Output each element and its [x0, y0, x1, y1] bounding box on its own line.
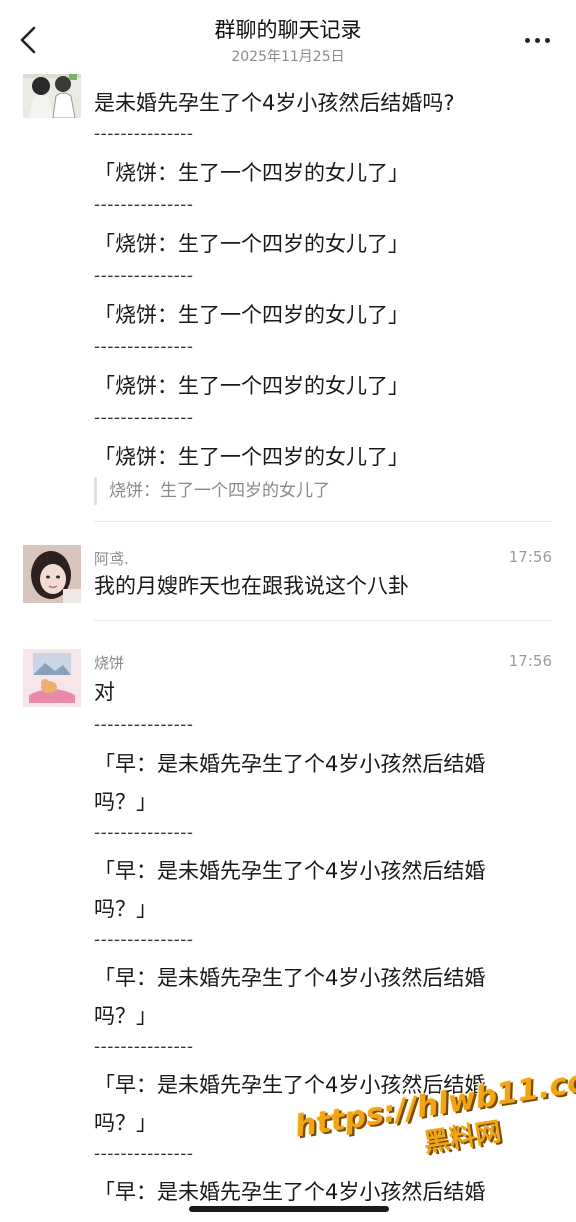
message-text: 吗？」 — [94, 790, 157, 814]
chat-message: 17:56 是未婚先孕生了个4岁小孩然后结婚吗? ---------------… — [0, 0, 576, 522]
message-text: 吗？」 — [94, 1004, 157, 1028]
chat-message: 阿鸢. 17:56 我的月嫂昨天也在跟我说这个八卦 — [0, 530, 576, 621]
message-separator: --------------- — [94, 1037, 194, 1057]
message-text: 「早：是未婚先孕生了个4岁小孩然后结婚 — [94, 966, 486, 990]
avatar[interactable] — [23, 649, 81, 707]
message-separator: --------------- — [94, 195, 194, 215]
message-separator: --------------- — [94, 266, 194, 286]
more-options-icon[interactable] — [525, 38, 550, 43]
message-text: 「烧饼：生了一个四岁的女儿了」 — [94, 161, 409, 185]
message-text: 是未婚先孕生了个4岁小孩然后结婚吗? — [94, 91, 455, 115]
message-divider — [94, 521, 552, 522]
message-time: 17:56 — [508, 548, 552, 566]
message-separator: --------------- — [94, 337, 194, 357]
message-text: 吗？」 — [94, 1111, 157, 1135]
message-text: 「早：是未婚先孕生了个4岁小孩然后结婚 — [94, 1180, 486, 1204]
message-text: 「烧饼：生了一个四岁的女儿了」 — [94, 232, 409, 256]
message-time: 17:56 — [508, 652, 552, 670]
message-separator: --------------- — [94, 408, 194, 428]
message-text: 对 — [94, 680, 115, 704]
page-date: 2025年11月25日 — [231, 49, 345, 65]
message-text: 「烧饼：生了一个四岁的女儿了」 — [94, 303, 409, 327]
message-text: 「早：是未婚先孕生了个4岁小孩然后结婚 — [94, 752, 486, 776]
message-divider — [94, 620, 552, 621]
message-separator: --------------- — [94, 1144, 194, 1164]
message-text: 「早：是未婚先孕生了个4岁小孩然后结婚 — [94, 859, 486, 883]
sender-name: 阿鸢. — [94, 550, 129, 568]
sender-name: 烧饼 — [94, 654, 125, 672]
message-separator: --------------- — [94, 930, 194, 950]
avatar[interactable] — [23, 545, 81, 603]
message-separator: --------------- — [94, 124, 194, 144]
home-indicator[interactable] — [189, 1206, 389, 1212]
message-separator: --------------- — [94, 715, 194, 735]
message-text: 「烧饼：生了一个四岁的女儿了」 — [94, 445, 409, 469]
message-text: 「烧饼：生了一个四岁的女儿了」 — [94, 374, 409, 398]
quoted-message[interactable]: 烧饼：生了一个四岁的女儿了 — [94, 477, 330, 505]
message-separator: --------------- — [94, 823, 194, 843]
message-text: 吗？」 — [94, 897, 157, 921]
top-bar: 群聊的聊天记录 2025年11月25日 — [0, 0, 576, 74]
message-text: 我的月嫂昨天也在跟我说这个八卦 — [94, 574, 409, 598]
page-title: 群聊的聊天记录 — [214, 18, 362, 42]
